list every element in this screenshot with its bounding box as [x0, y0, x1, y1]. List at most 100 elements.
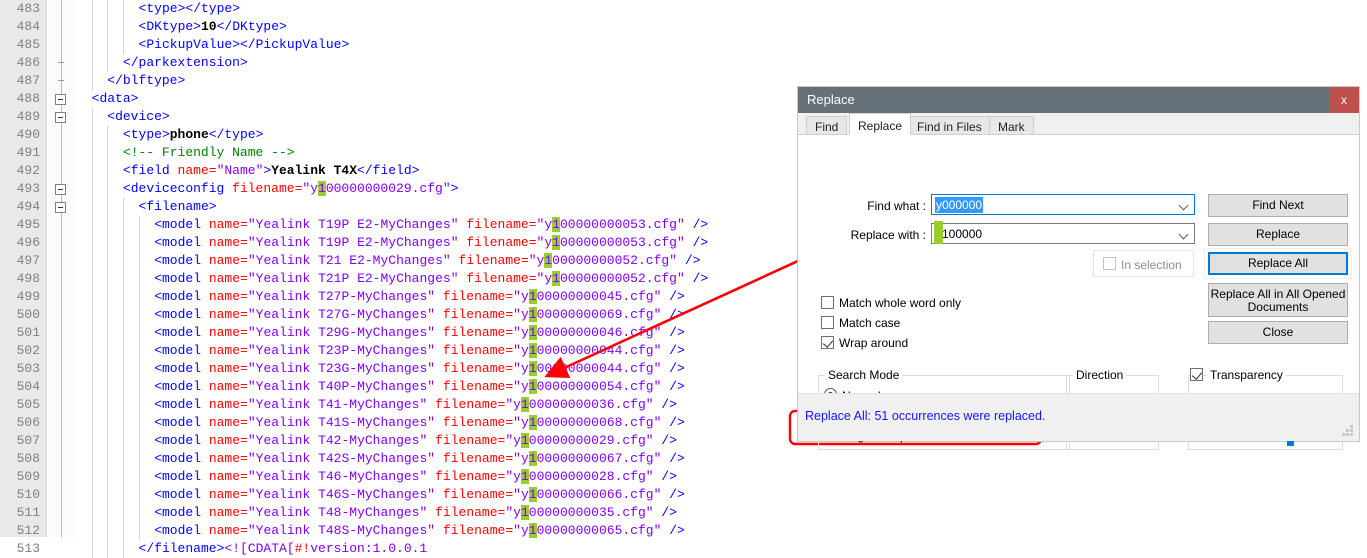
- tab-find[interactable]: Find: [806, 116, 848, 135]
- indent-guide: [107, 180, 109, 198]
- match-case-checkbox[interactable]: [821, 316, 834, 329]
- line-number: 509: [16, 469, 40, 484]
- code-text: <model name="Yealink T40P-MyChanges" fil…: [154, 379, 685, 394]
- line-number: 500: [16, 307, 40, 322]
- indent-guide: [122, 432, 124, 450]
- indent-guide: [91, 504, 93, 522]
- indent-guide: [91, 54, 93, 72]
- indent-guide: [91, 0, 93, 18]
- indent-guide: [91, 198, 93, 216]
- replace-with-label: Replace with :: [850, 228, 926, 242]
- code-line[interactable]: 511 <model name="Yealink T48-MyChanges" f…: [0, 504, 1367, 522]
- code-line[interactable]: 510 <model name="Yealink T46S-MyChanges" …: [0, 486, 1367, 504]
- indent-guide: [138, 486, 140, 504]
- indent-guide: [107, 378, 109, 396]
- line-number: 510: [16, 487, 40, 502]
- replace-dialog[interactable]: Replace x Find Replace Find in Files Mar…: [797, 86, 1360, 450]
- indent-guide: [91, 216, 93, 234]
- fold-toggle-icon[interactable]: [55, 202, 66, 213]
- indent-guide: [138, 468, 140, 486]
- code-line[interactable]: 509 <model name="Yealink T46-MyChanges" f…: [0, 468, 1367, 486]
- indent-guide: [107, 36, 109, 54]
- fold-toggle-icon[interactable]: [55, 112, 66, 123]
- wrap-around-checkbox[interactable]: [821, 336, 834, 349]
- indent-guide: [107, 288, 109, 306]
- fold-tick-icon: [58, 80, 64, 81]
- code-text: <!-- Friendly Name -->: [122, 145, 295, 160]
- line-number: 502: [16, 343, 40, 358]
- indent-guide: [107, 540, 109, 558]
- line-number: 484: [16, 19, 40, 34]
- tab-replace[interactable]: Replace: [849, 113, 912, 135]
- code-text: </filename><![CDATA[#!version:1.0.0.1: [138, 541, 428, 556]
- tab-mark[interactable]: Mark: [989, 116, 1034, 135]
- replace-with-input[interactable]: y100000: [931, 223, 1195, 244]
- close-button[interactable]: Close: [1208, 321, 1348, 344]
- in-selection-checkbox[interactable]: [1103, 257, 1116, 270]
- indent-guide: [122, 360, 124, 378]
- line-number: 483: [16, 1, 40, 16]
- replace-all-in-all-opened-documents-button[interactable]: Replace All in All Opened Documents: [1208, 283, 1348, 317]
- indent-guide: [91, 378, 93, 396]
- replace-button[interactable]: Replace: [1208, 223, 1348, 246]
- indent-guide: [122, 342, 124, 360]
- indent-guide: [91, 414, 93, 432]
- chevron-down-icon[interactable]: [1180, 202, 1188, 210]
- find-what-input[interactable]: y000000: [931, 194, 1195, 215]
- fold-toggle-icon[interactable]: [55, 94, 66, 105]
- code-line[interactable]: 512 <model name="Yealink T48S-MyChanges" …: [0, 522, 1367, 540]
- indent-guide: [107, 306, 109, 324]
- indent-guide: [122, 0, 124, 18]
- indent-guide: [122, 378, 124, 396]
- indent-guide: [107, 342, 109, 360]
- indent-guide: [107, 504, 109, 522]
- indent-guide: [91, 342, 93, 360]
- match-whole-word-only-checkbox[interactable]: [821, 296, 834, 309]
- code-line[interactable]: 485 <PickupValue></PickupValue>: [0, 36, 1367, 54]
- code-text: <type></type>: [138, 1, 241, 16]
- code-line[interactable]: 508 <model name="Yealink T42S-MyChanges" …: [0, 450, 1367, 468]
- code-line[interactable]: 484 <DKtype>10</DKtype>: [0, 18, 1367, 36]
- code-text: <model name="Yealink T48S-MyChanges" fil…: [154, 523, 685, 538]
- replace-all-button[interactable]: Replace All: [1208, 252, 1348, 275]
- indent-guide: [91, 270, 93, 288]
- indent-guide: [107, 432, 109, 450]
- search-mode-title: Search Mode: [825, 368, 903, 382]
- wrap-around-label: Wrap around: [839, 336, 909, 350]
- code-text: <model name="Yealink T46S-MyChanges" fil…: [154, 487, 685, 502]
- indent-guide: [91, 144, 93, 162]
- line-number: 492: [16, 163, 40, 178]
- chevron-down-icon-2[interactable]: [1180, 231, 1188, 239]
- line-number: 487: [16, 73, 40, 88]
- indent-guide: [107, 162, 109, 180]
- indent-guide: [91, 180, 93, 198]
- indent-guide: [91, 522, 93, 540]
- tab-find-in-files[interactable]: Find in Files: [908, 116, 991, 135]
- code-text: <data>: [91, 91, 139, 106]
- code-text: <type>phone</type>: [122, 127, 264, 142]
- code-text: <model name="Yealink T19P E2-MyChanges" …: [154, 235, 709, 250]
- indent-guide: [122, 486, 124, 504]
- indent-guide: [138, 378, 140, 396]
- find-next-button[interactable]: Find Next: [1208, 194, 1348, 217]
- transparency-checkbox[interactable]: [1190, 368, 1203, 381]
- resize-grip-icon[interactable]: [1342, 425, 1353, 436]
- code-text: <PickupValue></PickupValue>: [138, 37, 350, 52]
- indent-guide: [91, 324, 93, 342]
- indent-guide: [91, 540, 93, 558]
- line-number: 490: [16, 127, 40, 142]
- close-icon[interactable]: x: [1329, 87, 1359, 113]
- code-line[interactable]: 513 </filename><![CDATA[#!version:1.0.0.1: [0, 540, 1367, 558]
- fold-toggle-icon[interactable]: [55, 184, 66, 195]
- match-case-label: Match case: [839, 316, 901, 330]
- indent-guide: [122, 234, 124, 252]
- dialog-tabs[interactable]: Find Replace Find in Files Mark: [798, 113, 1359, 135]
- line-number: 491: [16, 145, 40, 160]
- code-line[interactable]: 486 </parkextension>: [0, 54, 1367, 72]
- indent-guide: [91, 72, 93, 90]
- indent-guide: [107, 198, 109, 216]
- indent-guide: [107, 360, 109, 378]
- status-message: Replace All: 51 occurrences were replace…: [805, 409, 1046, 423]
- dialog-title-bar[interactable]: Replace x: [798, 87, 1359, 113]
- code-line[interactable]: 483 <type></type>: [0, 0, 1367, 18]
